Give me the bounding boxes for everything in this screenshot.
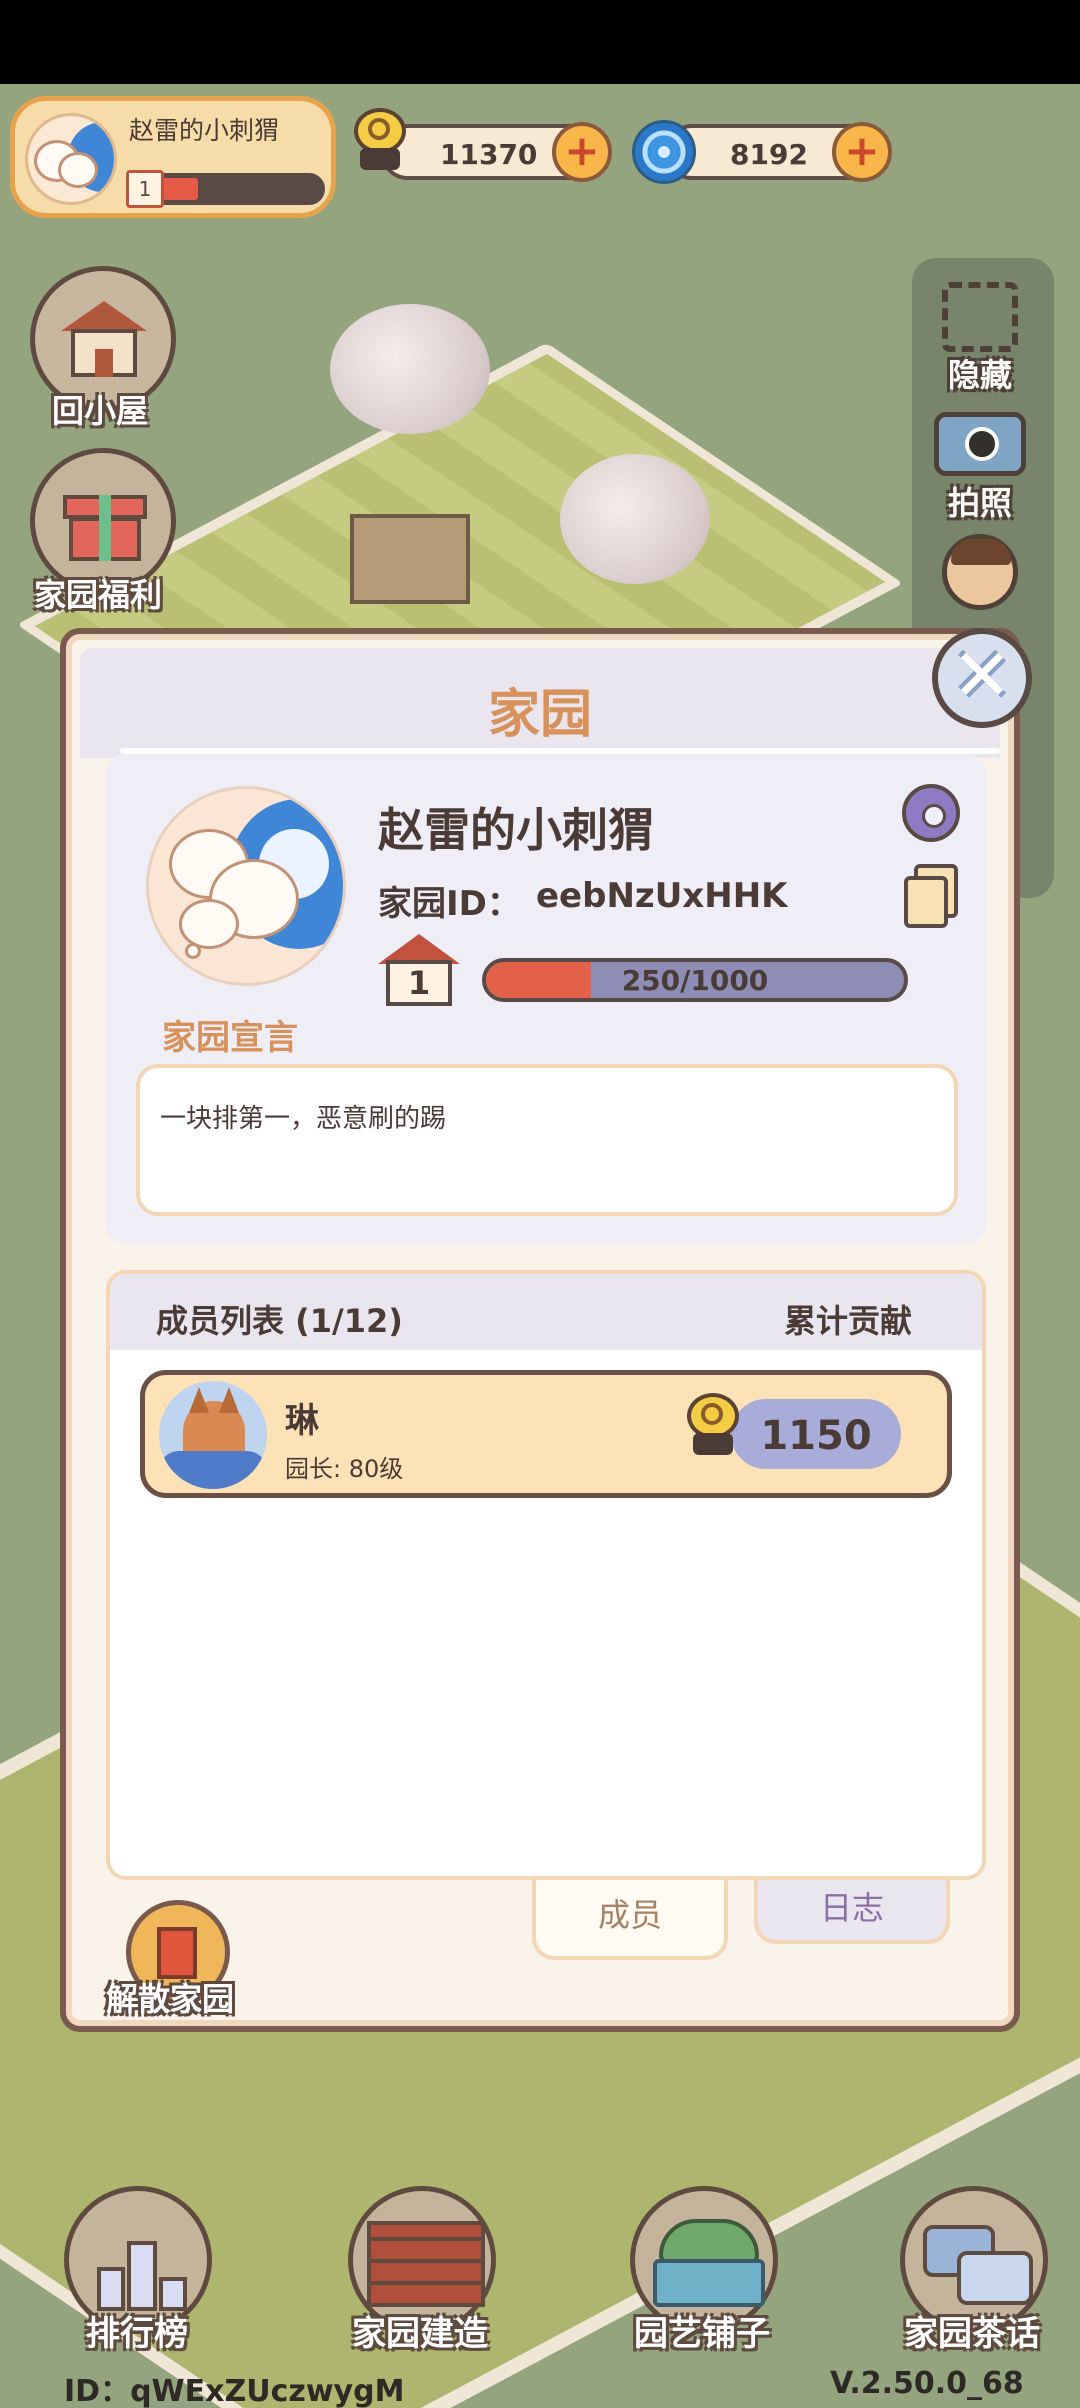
gardening-shop-label[interactable]: 园艺铺子	[634, 2306, 770, 2355]
chat-icon	[923, 2225, 1035, 2311]
tab-members[interactable]: 成员	[532, 1880, 728, 1960]
home-level-number: 1	[386, 960, 452, 1006]
dialog-title: 家园	[487, 685, 592, 745]
flower-pot-icon	[653, 2219, 765, 2309]
member-row[interactable]: 琳 园长: 80级 1150	[140, 1370, 952, 1498]
home-info-card: 家园宣言 赵雷的小刺猬 家园ID： eebNzUxHHK 1 250/1000 …	[106, 754, 986, 1244]
declaration-label: 家园宣言	[162, 1018, 298, 1058]
home-avatar-large[interactable]	[146, 786, 346, 986]
disband-home-label[interactable]: 解散家园	[106, 1974, 234, 2020]
members-header: 成员列表 (1/12) 累计贡献	[110, 1274, 982, 1350]
brick-wall-icon	[367, 2221, 485, 2307]
leaderboard-icon	[97, 2231, 187, 2311]
profile-chip[interactable]: 赵雷的小刺猬 1	[10, 96, 336, 218]
dialog-header: 家园	[80, 648, 1000, 758]
contribution-header: 累计贡献	[783, 1302, 912, 1340]
house-icon	[61, 301, 147, 379]
member-contribution-value: 1150	[760, 1413, 872, 1459]
member-role: 园长: 80级	[285, 1455, 404, 1483]
members-title: 成员列表 (1/12)	[156, 1302, 403, 1340]
character-icon[interactable]	[942, 534, 1018, 610]
home-chat-label[interactable]: 家园茶话	[904, 2306, 1040, 2355]
home-build-label[interactable]: 家园建造	[352, 2306, 488, 2355]
spiral-coin-value: 8192	[730, 138, 808, 171]
status-bar	[0, 0, 1080, 84]
home-exp-bar: 250/1000	[482, 958, 908, 1002]
home-exp-text: 250/1000	[621, 964, 769, 997]
home-avatar	[25, 113, 117, 205]
back-home-label: 回小屋	[52, 392, 149, 430]
leaderboard-label[interactable]: 排行榜	[86, 2306, 188, 2355]
members-panel: 成员列表 (1/12) 累计贡献 琳 园长: 80级 1150	[106, 1270, 986, 1880]
snail-coin-icon	[683, 1389, 743, 1459]
declaration-box[interactable]: 一块排第一，恶意刷的踢	[136, 1064, 958, 1216]
tab-log[interactable]: 日志	[754, 1880, 950, 1944]
player-id: ID：qWExZUczwygM	[64, 2374, 405, 2408]
spiral-coin-icon	[632, 120, 696, 184]
declaration-text: 一块排第一，恶意刷的踢	[160, 1104, 447, 1134]
camera-icon[interactable]	[934, 412, 1026, 476]
add-spiral-coin-button[interactable]: +	[832, 122, 892, 182]
profile-name: 赵雷的小刺猬	[129, 116, 280, 145]
gift-icon	[63, 483, 147, 563]
tree	[330, 304, 490, 434]
member-name: 琳	[285, 1401, 319, 1441]
home-dialog: 家园 家园宣言 赵雷的小刺猬 家园ID： eebNzUxHHK 1 250/10…	[60, 628, 1020, 2032]
snail-coin-value: 11370	[440, 138, 538, 171]
exit-door-icon	[157, 1927, 197, 1979]
copy-id-icon[interactable]	[904, 864, 958, 928]
member-contribution: 1150	[731, 1399, 901, 1469]
home-level-bar: 1	[126, 170, 325, 208]
hide-icon[interactable]	[942, 282, 1018, 352]
close-button[interactable]: ✕	[932, 628, 1032, 728]
settings-gear-icon[interactable]	[902, 784, 960, 842]
home-welfare-label: 家园福利	[34, 576, 163, 614]
home-name: 赵雷的小刺猬	[378, 803, 654, 857]
spiral-coin-counter: 8192 +	[664, 122, 892, 182]
home-level-badge: 1	[126, 170, 164, 208]
hide-label[interactable]: 隐藏	[948, 350, 1012, 396]
home-level-house-icon: 1	[378, 934, 460, 1008]
tree	[560, 454, 710, 584]
member-avatar	[159, 1381, 267, 1489]
app-version: V.2.50.0_68	[830, 2366, 1024, 2401]
add-snail-coin-button[interactable]: +	[552, 122, 612, 182]
home-level-fill	[162, 178, 198, 200]
snail-coin-icon	[350, 104, 410, 174]
home-id-value: eebNzUxHHK	[536, 876, 788, 916]
camera-label[interactable]: 拍照	[948, 478, 1012, 524]
snail-coin-counter: 11370 +	[380, 122, 612, 182]
cabin	[350, 514, 470, 604]
home-id-label: 家园ID：	[378, 884, 521, 924]
